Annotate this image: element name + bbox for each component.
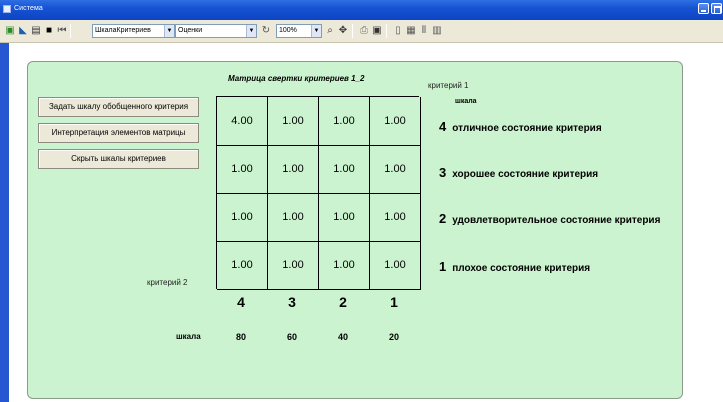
matrix-cell-value: 1.00 bbox=[384, 259, 406, 271]
left-border bbox=[0, 43, 9, 402]
window-title: Система bbox=[14, 5, 43, 12]
matrix-cell-value: 1.00 bbox=[231, 259, 253, 271]
interpretation-button[interactable]: Интерпретация элементов матрицы bbox=[38, 123, 199, 143]
chevron-down-icon[interactable]: ▼ bbox=[164, 25, 174, 37]
matrix-cell-value: 1.00 bbox=[282, 163, 304, 175]
criteria-table-select-value: ШкалаКритериев bbox=[95, 27, 151, 34]
matrix-cell[interactable]: 1.00 bbox=[217, 193, 268, 242]
scale-row-label: шкала bbox=[176, 332, 201, 341]
matrix-cell-value: 1.00 bbox=[333, 259, 355, 271]
page-setup-icon[interactable]: ▯ bbox=[392, 25, 404, 37]
set-scale-button[interactable]: Задать шкалу обобщенного критерия bbox=[38, 97, 199, 117]
column-scale-value: 40 bbox=[337, 332, 348, 342]
matrix-title: Матрица свертки критериев 1_2 bbox=[228, 74, 365, 83]
matrix-cell[interactable]: 1.00 bbox=[268, 193, 319, 242]
matrix-cell[interactable]: 1.00 bbox=[370, 145, 421, 194]
first-record-icon[interactable]: ⏮ bbox=[56, 25, 68, 37]
matrix-cell[interactable]: 4.00 bbox=[217, 97, 268, 146]
pan-icon[interactable]: ✥ bbox=[337, 25, 349, 37]
toolbar: ▣ ◣ ▤ ■ ⏮ ШкалаКритериев ▼ Оценки ▼ ↻ 10… bbox=[0, 20, 723, 43]
matrix-cell-value: 4.00 bbox=[231, 115, 253, 127]
level-number: 1 bbox=[439, 259, 447, 274]
app-icon bbox=[3, 5, 11, 13]
matrix-cell[interactable]: 1.00 bbox=[319, 97, 370, 146]
criteria-table-select[interactable]: ШкалаКритериев ▼ bbox=[92, 24, 175, 38]
matrix-cell[interactable]: 1.00 bbox=[319, 241, 370, 290]
grid-icon[interactable]: ▥ bbox=[431, 25, 443, 37]
refresh-icon[interactable]: ↻ bbox=[260, 25, 272, 37]
matrix-cell[interactable]: 1.00 bbox=[319, 193, 370, 242]
matrix-cell[interactable]: 1.00 bbox=[370, 193, 421, 242]
matrix-cell[interactable]: 1.00 bbox=[319, 145, 370, 194]
properties-icon[interactable]: ▦ bbox=[405, 25, 417, 37]
app-window: Система ▣ ◣ ▤ ■ ⏮ ШкалаКритериев ▼ Оценк… bbox=[0, 0, 723, 402]
criterion2-label: критерий 2 bbox=[147, 278, 188, 287]
level-1-label: 1 плохое состояние критерия bbox=[439, 258, 590, 276]
matrix-cell-value: 1.00 bbox=[333, 163, 355, 175]
ratings-select-value: Оценки bbox=[178, 27, 203, 34]
matrix-cell[interactable]: 1.00 bbox=[217, 241, 268, 290]
column-scale-value: 60 bbox=[286, 332, 297, 342]
matrix-cell-value: 1.00 bbox=[333, 211, 355, 223]
convolution-matrix: 4.00 1.00 1.00 1.00 1.00 1.00 1.00 1.00 … bbox=[216, 96, 421, 290]
column-number: 1 bbox=[390, 294, 398, 310]
matrix-cell-value: 1.00 bbox=[231, 163, 253, 175]
matrix-cell[interactable]: 1.00 bbox=[268, 241, 319, 290]
level-number: 4 bbox=[439, 119, 447, 134]
frame-icon[interactable]: ▣ bbox=[371, 25, 383, 37]
zoom-select-value: 100% bbox=[279, 27, 297, 34]
column-scale-value: 80 bbox=[235, 332, 246, 342]
matrix-cell[interactable]: 1.00 bbox=[217, 145, 268, 194]
zoom-icon[interactable]: ⌕ bbox=[324, 25, 336, 37]
ratings-select[interactable]: Оценки ▼ bbox=[175, 24, 257, 38]
criterion1-label: критерий 1 bbox=[428, 81, 469, 90]
column-number: 3 bbox=[288, 294, 296, 310]
columns-icon[interactable]: ⦀ bbox=[418, 25, 430, 37]
level-4-label: 4 отличное состояние критерия bbox=[439, 118, 602, 136]
chevron-down-icon[interactable]: ▼ bbox=[311, 25, 321, 37]
level-text: удовлетворительное состояние критерия bbox=[452, 215, 661, 226]
column-scale-value: 20 bbox=[388, 332, 399, 342]
matrix-cell-value: 1.00 bbox=[231, 211, 253, 223]
matrix-cell[interactable]: 1.00 bbox=[268, 97, 319, 146]
level-text: плохое состояние критерия bbox=[452, 263, 591, 274]
title-bar: Система bbox=[0, 0, 723, 20]
level-2-label: 2 удовлетворительное состояние критерия bbox=[439, 210, 660, 228]
document-icon[interactable]: ▤ bbox=[30, 25, 42, 37]
column-number: 2 bbox=[339, 294, 347, 310]
chevron-down-icon[interactable]: ▼ bbox=[246, 25, 256, 37]
minimize-button[interactable] bbox=[698, 3, 709, 14]
level-number: 3 bbox=[439, 165, 447, 180]
matrix-cell-value: 1.00 bbox=[384, 211, 406, 223]
matrix-cell-value: 1.00 bbox=[384, 163, 406, 175]
matrix-cell-value: 1.00 bbox=[282, 115, 304, 127]
level-number: 2 bbox=[439, 211, 447, 226]
hide-scales-button[interactable]: Скрыть шкалы критериев bbox=[38, 149, 199, 169]
matrix-cell[interactable]: 1.00 bbox=[370, 241, 421, 290]
stop-icon[interactable]: ■ bbox=[43, 25, 55, 37]
column-number: 4 bbox=[237, 294, 245, 310]
matrix-cell-value: 1.00 bbox=[384, 115, 406, 127]
chart-icon[interactable]: ◣ bbox=[17, 25, 29, 37]
level-3-label: 3 хорошее состояние критерия bbox=[439, 164, 598, 182]
matrix-cell-value: 1.00 bbox=[282, 211, 304, 223]
matrix-cell-value: 1.00 bbox=[282, 259, 304, 271]
matrix-cell-value: 1.00 bbox=[333, 115, 355, 127]
restore-button[interactable] bbox=[711, 3, 722, 14]
zoom-select[interactable]: 100% ▼ bbox=[276, 24, 322, 38]
level-text: хорошее состояние критерия bbox=[452, 169, 599, 180]
print-icon[interactable]: ⎙ bbox=[358, 25, 370, 37]
level-text: отличное состояние критерия bbox=[452, 123, 602, 134]
matrix-cell[interactable]: 1.00 bbox=[268, 145, 319, 194]
scale-header: шкала bbox=[455, 98, 477, 105]
app-logo-icon[interactable]: ▣ bbox=[4, 25, 16, 37]
matrix-cell[interactable]: 1.00 bbox=[370, 97, 421, 146]
